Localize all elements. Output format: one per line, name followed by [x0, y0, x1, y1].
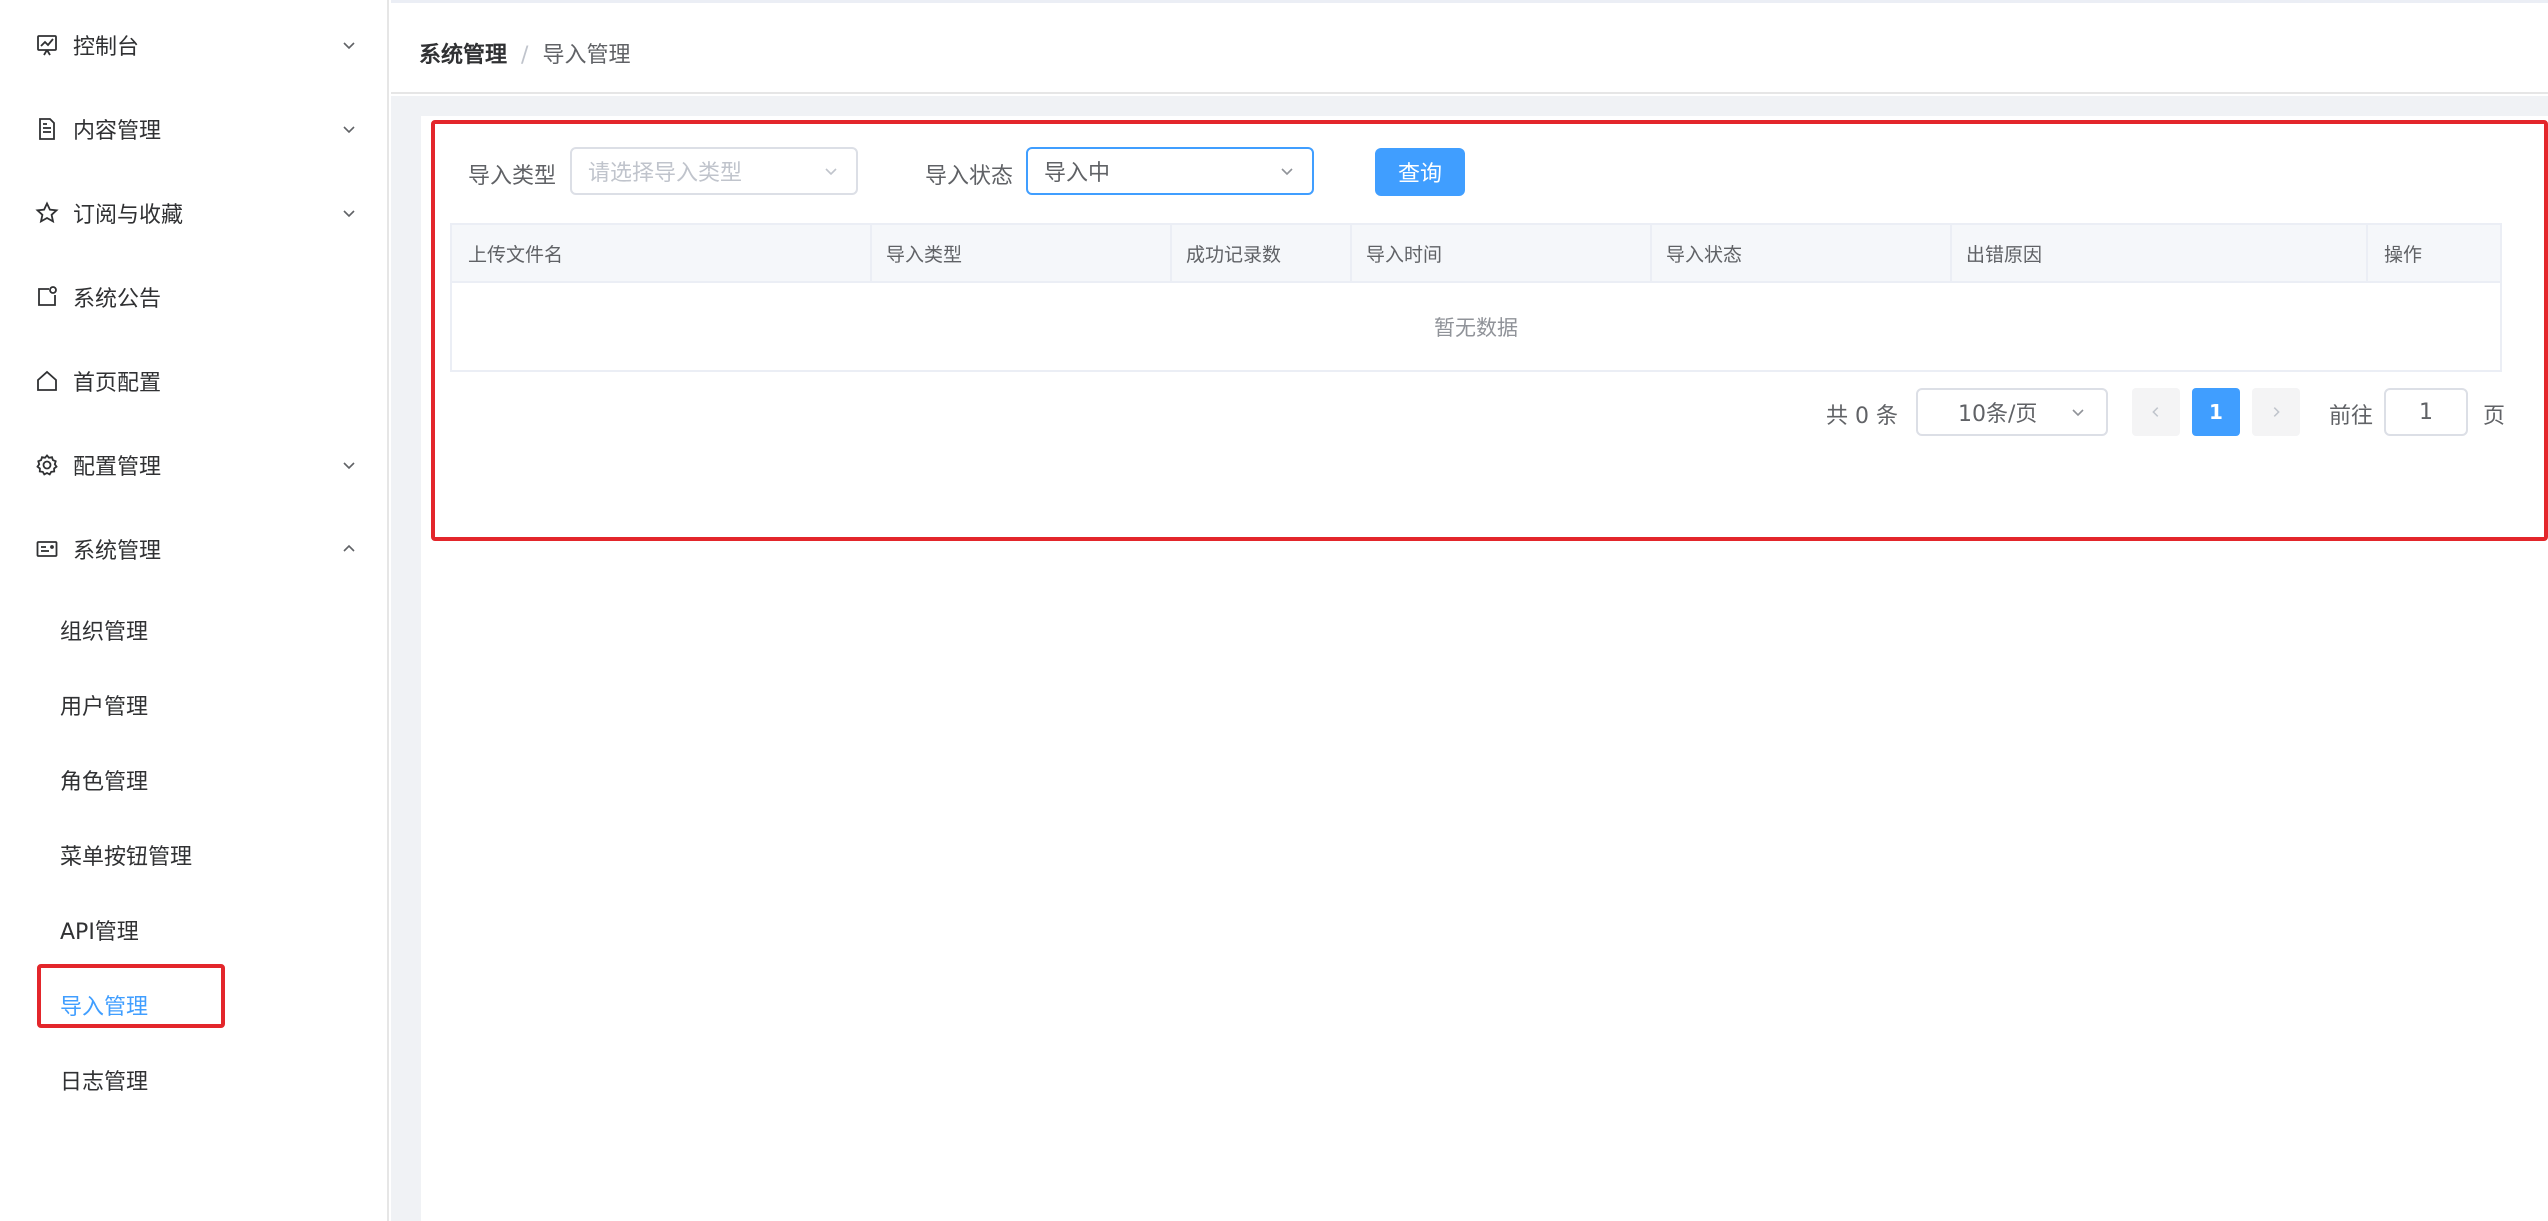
document-icon	[33, 115, 61, 143]
chevron-right-icon	[2273, 407, 2280, 417]
sidebar-item-label: 首页配置	[73, 371, 162, 396]
app-root: 控制台 内容管理 订阅与收藏 系统公告 首页配置 配置管理 系统管理 组织管理 …	[0, 0, 2548, 1221]
system-card-icon	[33, 535, 61, 563]
sidebar-subitem-roles[interactable]: 角色管理	[0, 742, 387, 817]
sidebar-item-label: 订阅与收藏	[73, 203, 184, 228]
header: 系统管理 / 导入管理	[391, 3, 2548, 94]
column-header-filename: 上传文件名	[468, 243, 564, 266]
import-type-placeholder: 请选择导入类型	[588, 161, 743, 186]
sidebar-subitem-label: 角色管理	[60, 769, 149, 795]
chevron-left-icon	[2152, 407, 2159, 417]
sidebar-subitem-organization[interactable]: 组织管理	[0, 592, 387, 667]
sidebar-item-label: 内容管理	[73, 119, 162, 144]
next-page-button[interactable]	[2252, 388, 2300, 436]
table-header: 上传文件名 导入类型 成功记录数 导入时间 导入状态 出错原因 操作	[452, 223, 2500, 283]
sidebar-subitem-users[interactable]: 用户管理	[0, 667, 387, 742]
sidebar-subitem-api[interactable]: API管理	[0, 892, 387, 967]
gear-icon	[33, 451, 61, 479]
home-icon	[33, 367, 61, 395]
page-size-value: 10条/页	[1958, 402, 2038, 427]
sidebar-item-homepage-config[interactable]: 首页配置	[0, 339, 387, 423]
chevron-down-icon	[1276, 160, 1298, 182]
breadcrumb: 系统管理 / 导入管理	[419, 37, 630, 69]
sidebar-item-label: 系统公告	[73, 287, 162, 312]
chevron-down-icon	[338, 202, 360, 224]
import-type-select[interactable]: 请选择导入类型	[570, 147, 858, 195]
chevron-up-icon	[338, 538, 360, 560]
import-status-label: 导入状态	[925, 164, 1014, 189]
prev-page-button[interactable]	[2132, 388, 2180, 436]
sidebar-item-subscriptions[interactable]: 订阅与收藏	[0, 171, 387, 255]
goto-label: 前往	[2329, 404, 2374, 429]
sidebar: 控制台 内容管理 订阅与收藏 系统公告 首页配置 配置管理 系统管理 组织管理 …	[0, 0, 389, 1221]
sidebar-item-content[interactable]: 内容管理	[0, 87, 387, 171]
breadcrumb-parent[interactable]: 系统管理	[419, 43, 507, 68]
column-divider	[1170, 225, 1172, 281]
column-divider	[1350, 225, 1352, 281]
column-header-import-type: 导入类型	[886, 243, 963, 266]
column-header-error-reason: 出错原因	[1966, 243, 2043, 266]
page-suffix-label: 页	[2483, 404, 2506, 429]
sidebar-subitem-label: 菜单按钮管理	[60, 844, 193, 870]
sidebar-item-label: 控制台	[73, 35, 140, 60]
sidebar-subitem-label: 组织管理	[60, 619, 149, 645]
sidebar-subitem-menu-buttons[interactable]: 菜单按钮管理	[0, 817, 387, 892]
import-status-value: 导入中	[1044, 161, 1111, 186]
column-header-import-status: 导入状态	[1666, 243, 1743, 266]
goto-page-input[interactable]: 1	[2384, 388, 2468, 436]
column-divider	[1950, 225, 1952, 281]
active-item-highlight	[37, 964, 225, 1028]
sidebar-item-label: 系统管理	[73, 539, 162, 564]
chevron-down-icon	[2068, 402, 2088, 422]
chevron-down-icon	[338, 118, 360, 140]
sidebar-item-label: 配置管理	[73, 455, 162, 480]
sidebar-item-system-management[interactable]: 系统管理	[0, 507, 387, 591]
chevron-down-icon	[820, 160, 842, 182]
sidebar-subitem-label: API管理	[60, 919, 139, 945]
pagination-total: 共 0 条	[1826, 404, 1898, 429]
sidebar-item-dashboard[interactable]: 控制台	[0, 3, 387, 87]
chevron-down-icon	[338, 34, 360, 56]
import-type-label: 导入类型	[468, 164, 557, 189]
query-button[interactable]: 查询	[1375, 148, 1465, 196]
column-header-import-time: 导入时间	[1366, 243, 1443, 266]
sidebar-item-announcements[interactable]: 系统公告	[0, 255, 387, 339]
sidebar-subitem-label: 用户管理	[60, 694, 149, 720]
column-header-actions: 操作	[2384, 243, 2423, 266]
import-status-select[interactable]: 导入中	[1026, 147, 1314, 195]
column-divider	[2366, 225, 2368, 281]
page-number-button[interactable]: 1	[2192, 388, 2240, 436]
chevron-down-icon	[338, 454, 360, 476]
column-header-success-count: 成功记录数	[1186, 243, 1282, 266]
import-table: 上传文件名 导入类型 成功记录数 导入时间 导入状态 出错原因 操作 暂无数据	[450, 223, 2502, 372]
sidebar-item-config-management[interactable]: 配置管理	[0, 423, 387, 507]
column-divider	[1650, 225, 1652, 281]
sidebar-subitem-logs[interactable]: 日志管理	[0, 1042, 387, 1117]
sidebar-subitem-label: 日志管理	[60, 1069, 149, 1095]
notice-icon	[33, 283, 61, 311]
column-divider	[870, 225, 872, 281]
table-empty-text: 暂无数据	[1434, 315, 1518, 340]
breadcrumb-current: 导入管理	[542, 43, 631, 68]
breadcrumb-separator: /	[521, 43, 529, 68]
page-size-select[interactable]: 10条/页	[1916, 388, 2108, 436]
dashboard-icon	[33, 31, 61, 59]
star-icon	[33, 199, 61, 227]
